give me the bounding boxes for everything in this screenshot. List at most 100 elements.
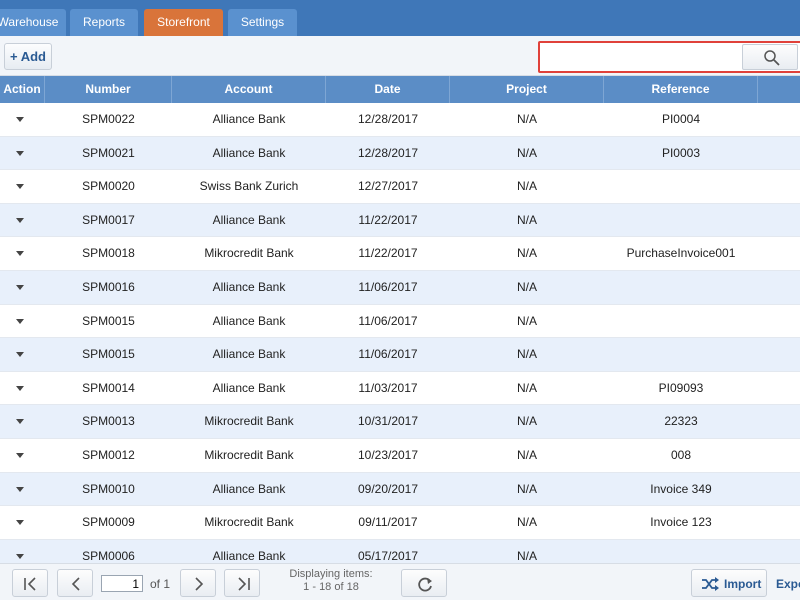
cell-account: Alliance Bank (212, 112, 286, 126)
row-action-dropdown-icon[interactable] (16, 486, 24, 492)
cell-date: 10/23/2017 (357, 448, 419, 462)
table-row[interactable]: SPM0012 Mikrocredit Bank 10/23/2017 N/A … (0, 439, 800, 473)
row-action-dropdown-icon[interactable] (16, 150, 24, 156)
cell-account: Alliance Bank (212, 212, 286, 227)
table-row[interactable]: SPM0006 Alliance Bank 05/17/2017 N/A (0, 539, 800, 563)
tab-warehouse[interactable]: Warehouse (0, 9, 66, 36)
cell-number: SPM0013 (82, 414, 135, 429)
cell-date: 12/28/2017 (357, 112, 419, 126)
column-header-number[interactable]: Number (45, 76, 172, 103)
column-header-account[interactable]: Account (172, 76, 326, 103)
search-input[interactable] (544, 46, 738, 68)
table-row[interactable]: SPM0022 Alliance Bank 12/28/2017 N/A PI0… (0, 103, 800, 137)
cell-date: 11/22/2017 (358, 246, 418, 261)
row-action-dropdown-icon[interactable] (16, 352, 24, 358)
column-header-action[interactable]: Action (0, 76, 45, 103)
table-row[interactable]: SPM0009 Mikrocredit Bank 09/11/2017 N/A … (0, 506, 800, 540)
table-row[interactable]: SPM0021 Alliance Bank 12/28/2017 N/A PI0… (0, 136, 800, 171)
cell-date: 11/06/2017 (358, 347, 418, 362)
row-action-dropdown-icon[interactable] (16, 117, 24, 122)
add-button[interactable]: + Add (4, 43, 52, 70)
row-action-dropdown-icon[interactable] (16, 285, 24, 290)
cell-project: N/A (516, 515, 537, 530)
cell-reference: 008 (670, 448, 692, 462)
cell-account: Alliance Bank (212, 145, 286, 160)
row-action-dropdown-icon[interactable] (16, 217, 24, 223)
column-header-project[interactable]: Project (450, 76, 604, 103)
row-action-dropdown-icon[interactable] (16, 385, 24, 391)
table-row[interactable]: SPM0015 Alliance Bank 11/06/2017 N/A (0, 304, 800, 339)
first-page-icon (24, 577, 36, 591)
table-row[interactable]: SPM0020 Swiss Bank Zurich 12/27/2017 N/A (0, 170, 800, 204)
refresh-icon (418, 577, 432, 592)
last-page-button[interactable] (224, 569, 260, 597)
export-button[interactable]: Expo (776, 577, 800, 591)
last-page-icon (238, 577, 250, 591)
cell-number: SPM0015 (82, 313, 135, 328)
column-header-more[interactable] (758, 76, 800, 103)
table-row[interactable]: SPM0016 Alliance Bank 11/06/2017 N/A (0, 271, 800, 305)
cell-date: 09/11/2017 (358, 515, 418, 530)
cell-reference: PI09093 (658, 380, 704, 395)
cell-project: N/A (516, 347, 537, 362)
row-action-dropdown-icon[interactable] (16, 419, 24, 425)
row-action-dropdown-icon[interactable] (16, 251, 24, 257)
cell-reference (604, 338, 758, 371)
cell-reference (604, 271, 758, 304)
table-row[interactable]: SPM0018 Mikrocredit Bank 11/22/2017 N/A … (0, 237, 800, 271)
tab-reports[interactable]: Reports (70, 9, 138, 36)
table-row[interactable]: SPM0017 Alliance Bank 11/22/2017 N/A (0, 203, 800, 238)
cell-reference (604, 305, 758, 338)
cell-project: N/A (516, 414, 537, 429)
page-count-label: of 1 (150, 577, 171, 591)
cell-reference: PurchaseInvoice001 (626, 246, 736, 261)
cell-project: N/A (516, 313, 537, 328)
cell-project: N/A (516, 481, 537, 496)
column-header-reference[interactable]: Reference (604, 76, 758, 103)
cell-date: 11/06/2017 (358, 313, 418, 328)
cell-project: N/A (516, 246, 537, 261)
cell-reference: Invoice 349 (650, 481, 712, 496)
row-action-dropdown-icon[interactable] (16, 553, 24, 559)
table-row[interactable]: SPM0014 Alliance Bank 11/03/2017 N/A PI0… (0, 371, 800, 406)
cell-number: SPM0017 (82, 212, 135, 227)
tab-storefront[interactable]: Storefront (144, 9, 223, 36)
row-action-dropdown-icon[interactable] (16, 453, 24, 458)
next-page-button[interactable] (180, 569, 216, 597)
column-header-date[interactable]: Date (326, 76, 450, 103)
tab-bar: Warehouse Reports Storefront Settings (0, 0, 800, 36)
cell-account: Alliance Bank (212, 380, 286, 395)
cell-account: Swiss Bank Zurich (199, 179, 299, 194)
cell-number: SPM0009 (82, 515, 135, 530)
table-row[interactable]: SPM0013 Mikrocredit Bank 10/31/2017 N/A … (0, 405, 800, 439)
search-icon (764, 50, 780, 66)
cell-project: N/A (516, 380, 537, 395)
cell-account: Mikrocredit Bank (204, 448, 294, 462)
cell-number: SPM0010 (82, 481, 135, 496)
import-button[interactable]: Import (691, 569, 767, 597)
chevron-right-icon (195, 577, 204, 591)
shuffle-icon (702, 577, 719, 591)
cell-date: 11/06/2017 (358, 280, 418, 294)
cell-account: Mikrocredit Bank (204, 414, 294, 429)
tab-settings[interactable]: Settings (228, 9, 297, 36)
chevron-left-icon (71, 577, 80, 591)
table-row[interactable]: SPM0010 Alliance Bank 09/20/2017 N/A Inv… (0, 472, 800, 507)
refresh-button[interactable] (401, 569, 447, 597)
row-action-dropdown-icon[interactable] (16, 184, 24, 190)
cell-number: SPM0012 (82, 448, 135, 462)
first-page-button[interactable] (12, 569, 48, 597)
previous-page-button[interactable] (57, 569, 93, 597)
cell-account: Mikrocredit Bank (204, 246, 294, 261)
cell-account: Alliance Bank (212, 481, 286, 496)
row-action-dropdown-icon[interactable] (16, 318, 24, 324)
cell-project: N/A (516, 145, 537, 160)
page-number-input[interactable] (101, 575, 143, 592)
row-action-dropdown-icon[interactable] (16, 520, 24, 526)
cell-date: 11/22/2017 (358, 212, 418, 227)
cell-number: SPM0022 (82, 112, 135, 126)
cell-number: SPM0021 (82, 145, 135, 160)
cell-account: Alliance Bank (212, 548, 286, 563)
table-row[interactable]: SPM0015 Alliance Bank 11/06/2017 N/A (0, 338, 800, 372)
search-button[interactable] (742, 44, 798, 70)
